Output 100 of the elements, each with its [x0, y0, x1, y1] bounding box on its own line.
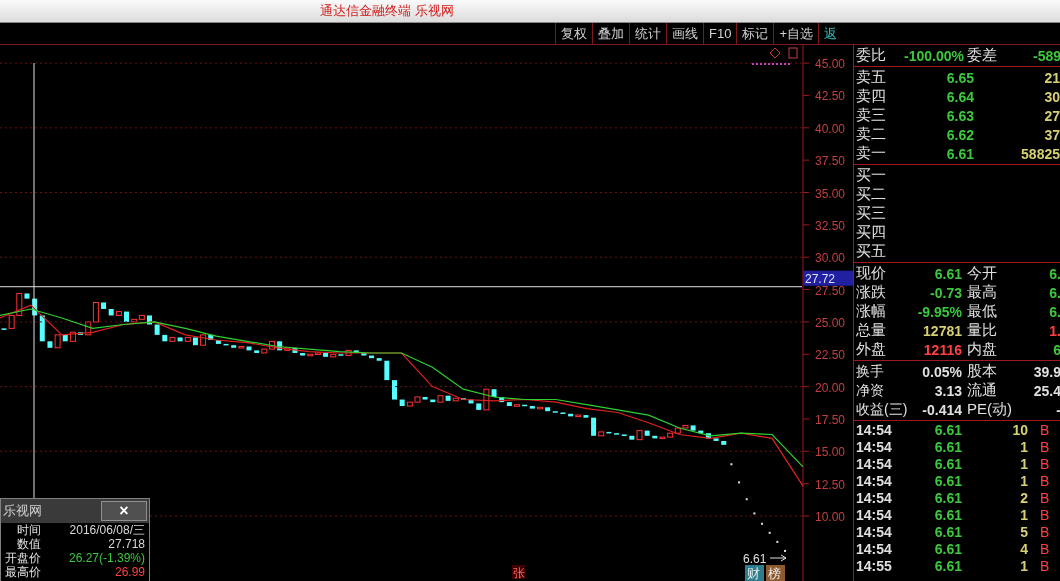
field-label: 换手 — [855, 362, 885, 381]
toolbar-button[interactable]: 复权 — [555, 23, 592, 44]
toolbar-button[interactable]: 统计 — [629, 23, 666, 44]
ask-volume: 21 — [1043, 69, 1060, 86]
bid-label: 买四 — [855, 223, 887, 242]
field-value: 6 — [1052, 341, 1060, 358]
field-label: 股本 — [966, 362, 998, 381]
trade-time: 14:54 — [855, 455, 893, 472]
trade-volume: 1 — [1019, 557, 1028, 574]
trade-side: B — [1039, 523, 1051, 540]
trade-time: 14:54 — [855, 421, 893, 438]
event-badge: 张 — [512, 565, 525, 580]
field-value: -0.414 — [921, 401, 962, 418]
close-button[interactable]: × — [101, 501, 147, 521]
popup-label: 最高价 — [4, 565, 41, 579]
trade-side: B — [1039, 506, 1051, 523]
field-value: -100.00% — [904, 47, 962, 64]
trade-volume: 5 — [1019, 523, 1028, 540]
bid-label: 买五 — [855, 242, 887, 261]
field-value: -9.95% — [916, 303, 962, 320]
field-label: 最高 — [966, 283, 998, 302]
trade-price: 6.61 — [933, 506, 962, 523]
ask-price: 6.61 — [945, 145, 974, 162]
trade-time: 14:54 — [855, 438, 893, 455]
ask-label: 卖五 — [855, 68, 887, 87]
field-value: 25.4 — [1032, 382, 1060, 399]
trade-price: 6.61 — [933, 557, 962, 574]
trade-side: B — [1039, 557, 1051, 574]
field-label: 今开 — [966, 264, 998, 283]
trade-price: 6.61 — [933, 455, 962, 472]
trade-side: B — [1039, 489, 1051, 506]
field-label: 涨跌 — [855, 283, 887, 302]
axis-label: 12.50 — [815, 477, 846, 492]
field-label: 内盘 — [966, 340, 998, 359]
last-price-label: 6.61 — [743, 552, 767, 566]
axis-label: 32.50 — [815, 218, 846, 233]
ask-label: 卖一 — [855, 144, 887, 163]
toolbar-button[interactable]: 画线 — [666, 23, 703, 44]
window-title: 通达信金融终端 乐视网 — [320, 2, 454, 20]
trade-price: 6.61 — [933, 489, 962, 506]
trade-side: B — [1039, 421, 1051, 438]
ask-price: 6.63 — [945, 107, 974, 124]
field-label: 收益(三) — [855, 400, 909, 419]
trade-side: B — [1039, 455, 1051, 472]
toolbar-button[interactable]: 返 — [818, 23, 842, 44]
trade-price: 6.61 — [933, 523, 962, 540]
toolbar-button[interactable]: 叠加 — [592, 23, 629, 44]
toolbar-button[interactable]: 标记 — [736, 23, 774, 44]
ask-price: 6.64 — [945, 88, 974, 105]
ask-volume: 37 — [1043, 126, 1060, 143]
axis-label: 35.00 — [815, 186, 846, 201]
popup-value: 2016/06/08/三 — [68, 523, 146, 537]
ask-label: 卖四 — [855, 87, 887, 106]
trade-price: 6.61 — [933, 421, 962, 438]
axis-label: 37.50 — [815, 154, 846, 169]
ask-price: 6.65 — [945, 69, 974, 86]
field-label: 最低 — [966, 302, 998, 321]
toolbar-button[interactable]: +自选 — [773, 23, 818, 44]
trade-side: B — [1039, 472, 1051, 489]
trade-price: 6.61 — [933, 540, 962, 557]
field-label: 外盘 — [855, 340, 887, 359]
bid-label: 买二 — [855, 185, 887, 204]
arrow-icon — [769, 554, 787, 562]
field-label: 委比 — [855, 46, 887, 65]
trade-volume: 10 — [1011, 421, 1028, 438]
field-value: 6. — [1048, 303, 1060, 320]
field-value: -589 — [1031, 47, 1060, 64]
trade-side: B — [1039, 438, 1051, 455]
trade-side: B — [1039, 540, 1051, 557]
axis-label: 17.50 — [815, 412, 846, 427]
field-label: 现价 — [855, 264, 887, 283]
badge: 榜 — [766, 565, 785, 581]
field-value: 6. — [1048, 284, 1060, 301]
trade-time: 14:54 — [855, 506, 893, 523]
axis-label: 25.00 — [815, 315, 846, 330]
square-icon — [788, 47, 798, 59]
axis-label: 45.00 — [815, 57, 846, 72]
popup-label: 时间 — [16, 523, 41, 537]
trade-volume: 1 — [1019, 472, 1028, 489]
bid-label: 买三 — [855, 204, 887, 223]
trade-time: 14:54 — [855, 489, 893, 506]
axis-label: 10.00 — [815, 510, 846, 524]
trade-volume: 1 — [1019, 506, 1028, 523]
toolbar-button[interactable]: F10 — [703, 23, 737, 44]
trade-volume: 4 — [1019, 540, 1028, 557]
ask-price: 6.62 — [945, 126, 974, 143]
field-label: PE(动) — [966, 400, 1012, 419]
axis-label: 30.00 — [815, 251, 846, 266]
axis-label: 15.00 — [815, 445, 846, 460]
ask-volume: 58825 — [1020, 145, 1060, 162]
field-label: 流通 — [966, 381, 998, 400]
trade-time: 14:54 — [855, 472, 893, 489]
trade-time: 14:54 — [855, 540, 893, 557]
field-value: 6.61 — [933, 265, 962, 282]
field-value: 0.05% — [921, 363, 962, 380]
ask-volume: 30 — [1043, 88, 1060, 105]
bid-label: 买一 — [855, 166, 887, 185]
field-value: -0.73 — [929, 284, 962, 301]
popup-label: 数值 — [16, 537, 41, 551]
crosshair-price-label: 27.72 — [803, 270, 853, 286]
